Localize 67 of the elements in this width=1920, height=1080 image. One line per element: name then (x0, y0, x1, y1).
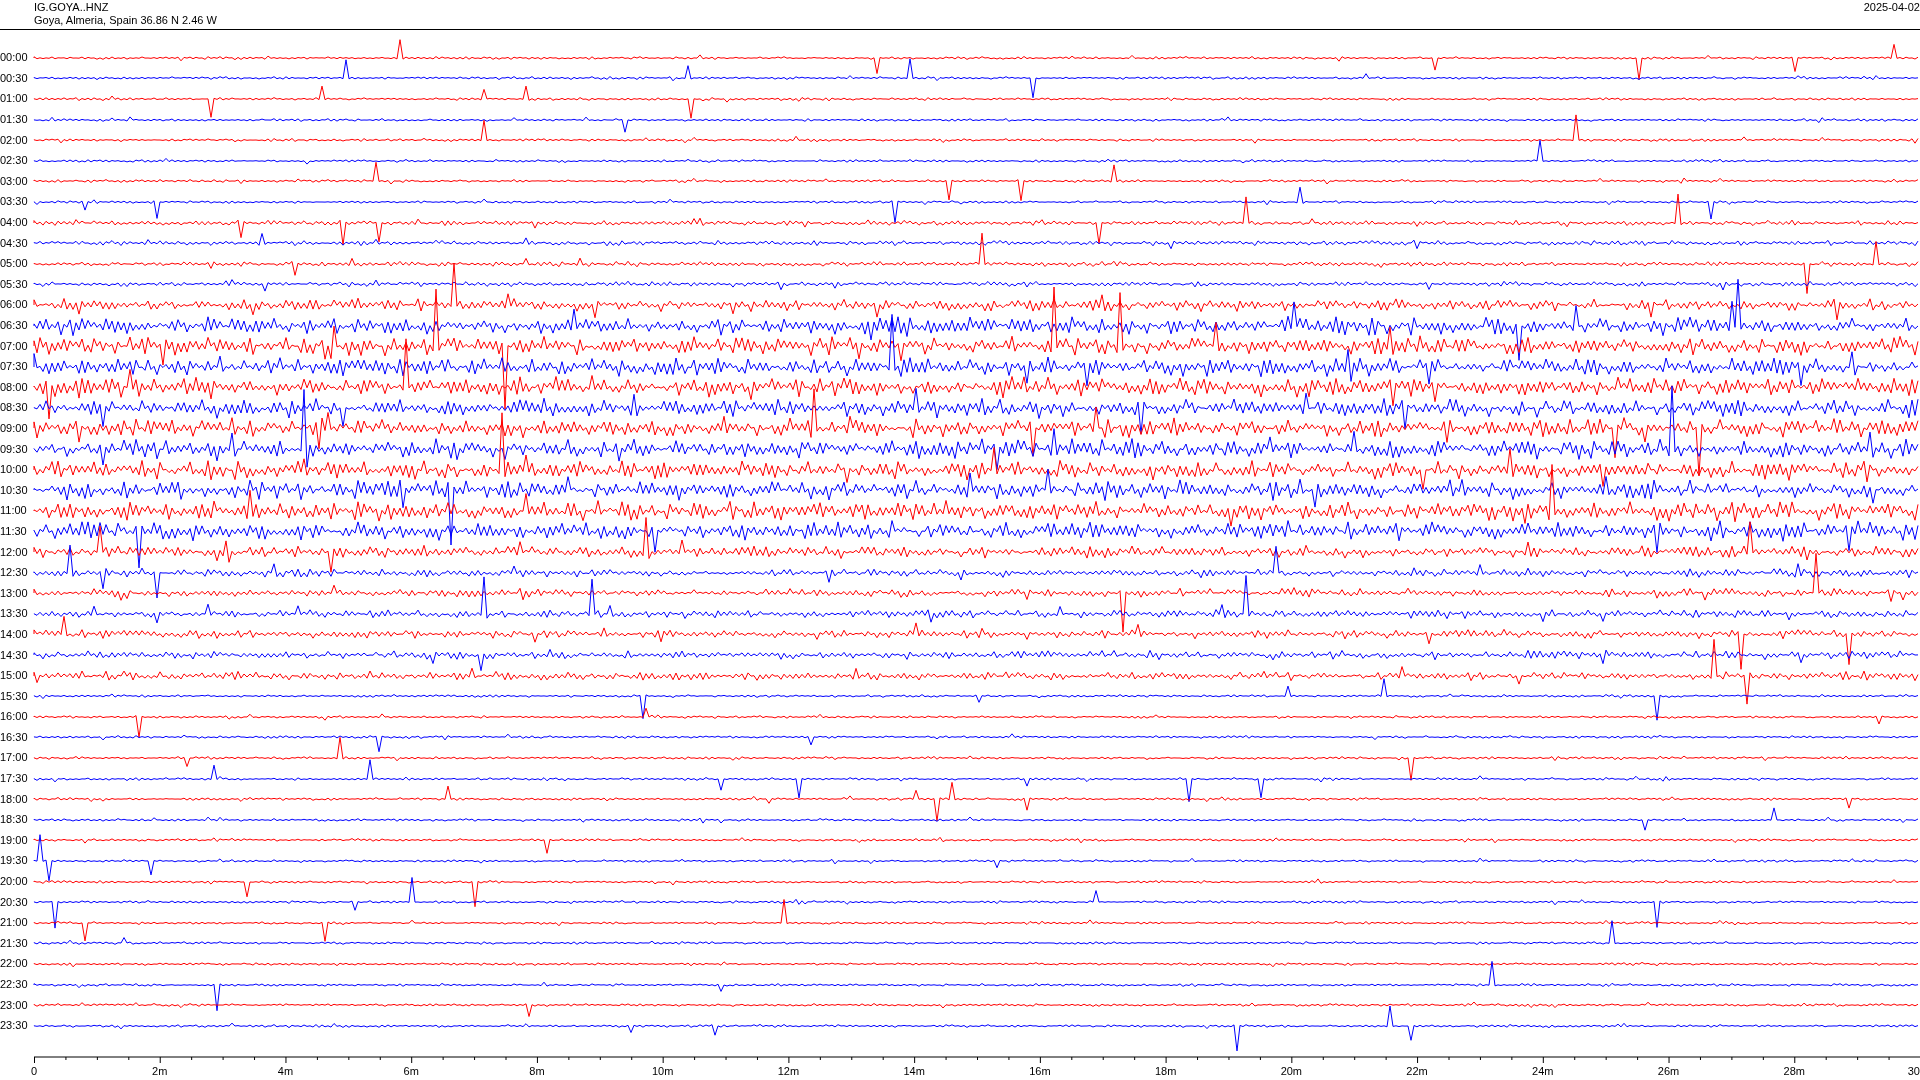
time-label: 03:00 (0, 175, 29, 187)
time-label: 19:30 (0, 855, 29, 867)
time-label: 16:30 (0, 731, 29, 743)
time-label: 07:30 (0, 361, 29, 373)
time-label: 23:30 (0, 1020, 29, 1032)
time-label: 01:00 (0, 93, 29, 105)
time-label: 14:00 (0, 628, 29, 640)
time-label: 02:00 (0, 134, 29, 146)
time-label: 10:30 (0, 484, 29, 496)
time-label: 09:00 (0, 423, 29, 434)
axis-label: 6m (403, 1066, 419, 1077)
time-label: 03:30 (0, 196, 29, 208)
time-label: 13:30 (0, 608, 29, 620)
axis-label: 0 (30, 1066, 38, 1077)
axis-label: 12m (777, 1066, 800, 1077)
time-label: 20:00 (0, 876, 29, 888)
time-label: 17:30 (0, 773, 29, 785)
axis-label: 22m (1406, 1066, 1428, 1077)
time-label: 06:00 (0, 299, 29, 311)
time-label: 00:30 (0, 72, 29, 84)
time-label: 00:00 (0, 52, 29, 64)
axis-label: 10m (651, 1066, 674, 1077)
time-label: 15:00 (0, 670, 29, 682)
time-label: 18:30 (0, 814, 29, 826)
time-label: 02:30 (0, 155, 29, 167)
time-label: 04:00 (0, 217, 29, 229)
time-label: 21:00 (0, 917, 29, 929)
time-label: 13:00 (0, 587, 29, 599)
time-label: 11:00 (0, 505, 28, 517)
axis-label: 24m (1532, 1066, 1554, 1077)
time-label: 12:00 (0, 546, 29, 558)
axis-label: 18m (1154, 1066, 1177, 1077)
axis-label: 30 (1907, 1066, 1920, 1077)
time-label: 08:30 (0, 402, 29, 414)
station-code: IG.GOYA..HNZ (34, 1, 110, 14)
axis-label: 4m (277, 1066, 294, 1077)
plot-date: 2025-04-02 (1863, 0, 1920, 15)
time-label: 05:30 (0, 278, 29, 290)
axis-label: 28m (1783, 1066, 1805, 1077)
axis-label: 20m (1280, 1066, 1303, 1077)
time-label: 22:30 (0, 979, 29, 990)
time-label: 12:30 (0, 567, 29, 579)
time-label: 18:00 (0, 793, 29, 805)
time-label: 11:30 (0, 525, 28, 537)
station-location: Goya, Almeria, Spain 36.86 N 2.46 W (34, 14, 217, 27)
time-label: 04:30 (0, 237, 29, 249)
time-label: 07:00 (0, 340, 29, 352)
time-label: 14:30 (0, 649, 29, 661)
time-label: 05:00 (0, 258, 29, 270)
time-label: 10:00 (0, 464, 29, 476)
time-label: 08:00 (0, 381, 29, 393)
time-label: 20:30 (0, 896, 29, 908)
time-label: 23:00 (0, 999, 29, 1011)
time-label: 01:30 (0, 114, 29, 126)
axis-label: 26m (1657, 1066, 1680, 1077)
time-label: 15:30 (0, 690, 29, 702)
axis-label: 14m (903, 1066, 925, 1077)
time-label: 19:00 (0, 834, 29, 846)
time-label: 22:00 (0, 958, 29, 970)
time-label: 16:00 (0, 711, 29, 723)
axis-label: 16m (1029, 1066, 1051, 1077)
time-label: 06:30 (0, 320, 29, 331)
axis-label: 2m (152, 1066, 168, 1077)
axis-label: 8m (529, 1066, 545, 1077)
time-label: 09:30 (0, 443, 29, 455)
time-label: 21:30 (0, 937, 29, 949)
time-label: 17:00 (0, 752, 29, 764)
